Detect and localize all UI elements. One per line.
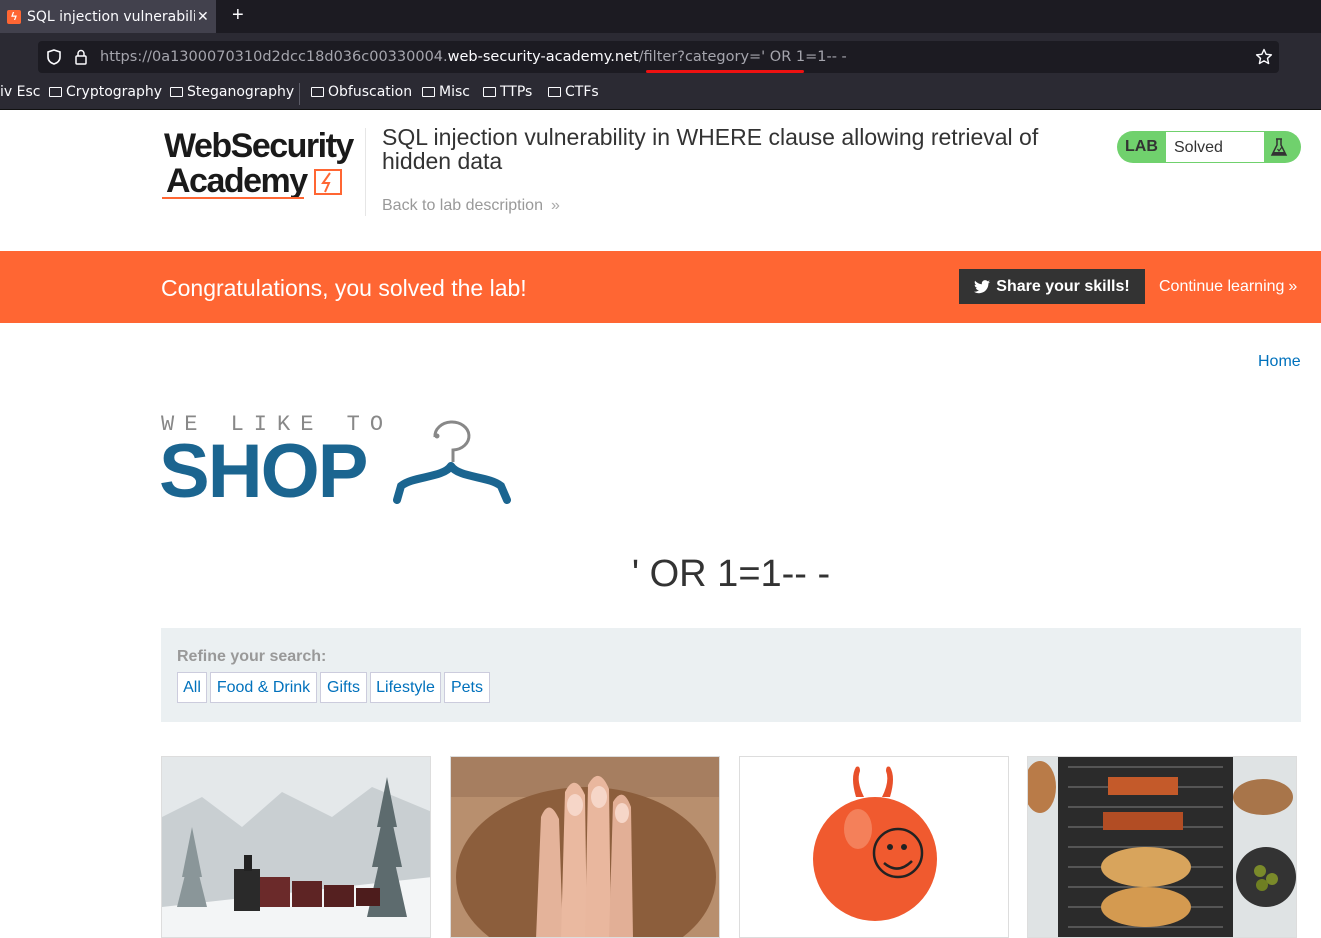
bookmark-label: iv Esc	[0, 84, 41, 100]
new-tab-button[interactable]: +	[232, 5, 244, 25]
product-image-train[interactable]	[161, 756, 431, 938]
url-host: web-security-academy.net	[447, 49, 639, 65]
folder-icon	[170, 87, 183, 97]
shop-tagline-main: SHOP	[159, 429, 368, 514]
bookmark-label: Misc	[439, 84, 470, 100]
shield-icon[interactable]	[47, 49, 61, 65]
share-button-label: Share your skills!	[996, 277, 1130, 295]
bookmark-ctfs[interactable]: CTFs	[548, 84, 599, 100]
congratulations-message: Congratulations, you solved the lab!	[161, 275, 527, 301]
back-to-lab-description-link[interactable]: Back to lab description »	[382, 197, 560, 215]
filter-lifestyle[interactable]: Lifestyle	[370, 672, 441, 703]
url-prefix: https://0a1300070310d2dcc18d036c00330004…	[100, 49, 448, 65]
grill-food-image	[1028, 757, 1296, 937]
logo-text-line2: Academy	[166, 162, 308, 200]
bookmark-steganography[interactable]: Steganography	[170, 84, 294, 100]
hanger-icon	[393, 420, 511, 504]
flask-icon	[1270, 138, 1288, 156]
product-image-beard[interactable]	[450, 756, 720, 938]
category-heading: ' OR 1=1-- -	[631, 553, 831, 595]
logo-text-line1: WebSecurity	[164, 127, 354, 165]
folder-icon	[548, 87, 561, 97]
filter-pets[interactable]: Pets	[444, 672, 490, 703]
continue-learning-link[interactable]: Continue learning»	[1159, 278, 1297, 296]
space-hopper-image	[740, 757, 1008, 937]
filter-all[interactable]: All	[177, 672, 207, 703]
red-underline-annotation	[646, 70, 804, 73]
lab-status-box: Solved	[1165, 131, 1265, 163]
folder-icon	[483, 87, 496, 97]
bookmark-label: Cryptography	[66, 84, 163, 100]
bookmark-misc[interactable]: Misc	[422, 84, 470, 100]
tab-title: SQL injection vulnerability	[27, 8, 195, 25]
bookmark-separator	[299, 83, 300, 105]
bookmark-label: Steganography	[187, 84, 295, 100]
double-chevron-right-icon: »	[550, 197, 560, 214]
product-image-space-hopper[interactable]	[739, 756, 1009, 938]
bookmark-star-icon[interactable]	[1255, 48, 1273, 66]
twitter-icon	[974, 279, 991, 293]
bookmark-cryptography[interactable]: Cryptography	[49, 84, 162, 100]
refine-search-label: Refine your search:	[177, 648, 327, 665]
folder-icon	[311, 87, 324, 97]
logo-underline	[162, 197, 304, 199]
filter-gifts[interactable]: Gifts	[320, 672, 367, 703]
logo-lightning-icon	[314, 169, 342, 195]
product-image-grill[interactable]	[1027, 756, 1297, 938]
bookmark-ttps[interactable]: TTPs	[483, 84, 532, 100]
header-divider	[365, 128, 366, 216]
lab-status-text: Solved	[1174, 139, 1223, 156]
share-skills-button[interactable]: Share your skills!	[959, 269, 1145, 304]
double-chevron-right-icon: »	[1288, 278, 1298, 295]
beard-hand-image	[451, 757, 719, 937]
winter-train-image	[162, 757, 430, 937]
back-link-label: Back to lab description	[382, 197, 543, 214]
url-text[interactable]: https://0a1300070310d2dcc18d036c00330004…	[100, 49, 847, 65]
lock-icon[interactable]	[75, 49, 87, 65]
bookmark-label: Obfuscation	[328, 84, 413, 100]
close-tab-icon[interactable]: ✕	[197, 8, 209, 25]
filter-food-drink[interactable]: Food & Drink	[210, 672, 317, 703]
continue-label: Continue learning	[1159, 278, 1285, 295]
url-path: /filter?category=' OR 1=1-- -	[638, 49, 847, 65]
lab-label: LAB	[1125, 138, 1158, 155]
bookmark-label: TTPs	[500, 84, 533, 100]
bookmark-privesc[interactable]: iv Esc	[0, 84, 40, 100]
folder-icon	[49, 87, 62, 97]
bookmark-label: CTFs	[565, 84, 599, 100]
browser-tab[interactable]: ϟ SQL injection vulnerability ✕	[0, 0, 216, 33]
lab-favicon-icon: ϟ	[7, 9, 21, 24]
lab-title: SQL injection vulnerability in WHERE cla…	[382, 124, 1039, 174]
folder-icon	[422, 87, 435, 97]
home-link[interactable]: Home	[1258, 353, 1301, 371]
bookmark-obfuscation[interactable]: Obfuscation	[311, 84, 412, 100]
